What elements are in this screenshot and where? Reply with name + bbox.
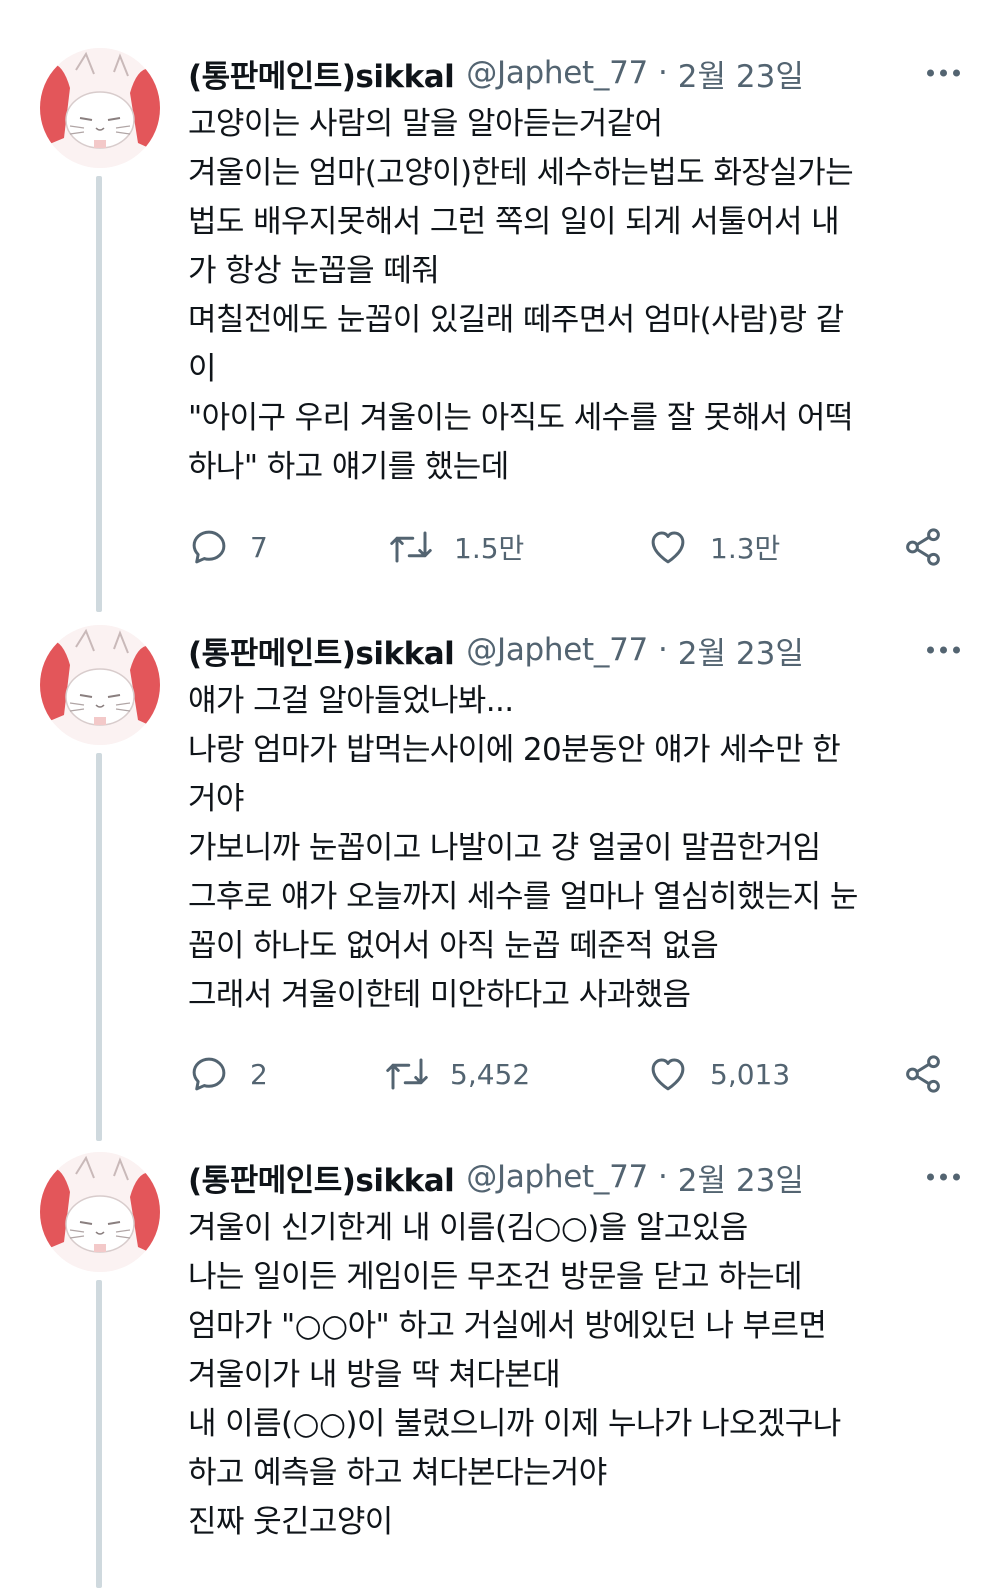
display-name[interactable]: (통판메인트)sikkal xyxy=(188,628,455,673)
reply-bubble-icon xyxy=(192,530,226,564)
user-handle[interactable]: @Japhet_77 xyxy=(466,55,648,91)
tweet-text: 얘가 그걸 알아들었나봐... 나랑 엄마가 밥먹는사이에 20분동안 얘가 세… xyxy=(188,677,960,1020)
tweet-text-line: 엄마가 "○○아" 하고 거실에서 방에있던 나 부르면 xyxy=(188,1308,827,1344)
tweet-text-line: 법도 배우지못해서 그런 쪽의 일이 되게 서툴어서 내 xyxy=(188,204,840,240)
tweet-actions: 7 1.5만 1.3만 xyxy=(188,522,948,572)
retweet-arrows-icon xyxy=(386,1058,428,1090)
tweet-text-line: 나는 일이든 게임이든 무조건 방문을 닫고 하는데 xyxy=(188,1259,803,1295)
avatar[interactable] xyxy=(40,1152,160,1272)
tweet-text-line: 하나" 하고 얘기를 했는데 xyxy=(188,449,509,485)
thread-connector-line xyxy=(96,176,102,612)
tweet-text-line: 고양이는 사람의 말을 알아듣는거같어 xyxy=(188,106,663,142)
tweet-3[interactable]: (통판메인트)sikkal @Japhet_77 · 2월 23일 겨울이 신기… xyxy=(0,1104,1000,1588)
separator-dot: · xyxy=(657,1159,668,1195)
cat-avatar-icon xyxy=(40,48,160,168)
reply-button[interactable]: 7 xyxy=(188,522,268,572)
like-button[interactable]: 5,013 xyxy=(646,1049,790,1099)
tweet-actions: 2 5,452 5,013 xyxy=(188,1049,948,1099)
more-dots-icon[interactable] xyxy=(927,1173,960,1181)
more-dots-icon[interactable] xyxy=(927,646,960,654)
avatar[interactable] xyxy=(40,625,160,745)
heart-icon xyxy=(651,531,685,564)
tweet-2[interactable]: (통판메인트)sikkal @Japhet_77 · 2월 23일 얘가 그걸 … xyxy=(0,577,1000,1141)
tweet-text-line: 며칠전에도 눈꼽이 있길래 떼주면서 엄마(사람)랑 같 xyxy=(188,302,844,338)
tweet-text-line: 그래서 겨울이한테 미안하다고 사과했음 xyxy=(188,977,691,1013)
share-button[interactable] xyxy=(902,1049,944,1099)
tweet-text-line: 나랑 엄마가 밥먹는사이에 20분동안 얘가 세수만 한 xyxy=(188,732,841,768)
heart-icon xyxy=(651,1058,685,1091)
user-handle[interactable]: @Japhet_77 xyxy=(466,1159,648,1195)
tweet-header: (통판메인트)sikkal @Japhet_77 · 2월 23일 xyxy=(188,627,960,673)
tweet-text-line: 꼽이 하나도 없어서 아직 눈꼽 떼준적 없음 xyxy=(188,928,719,964)
more-dots-icon[interactable] xyxy=(927,69,960,77)
cat-avatar-icon xyxy=(40,625,160,745)
tweet-date[interactable]: 2월 23일 xyxy=(678,628,804,673)
tweet-text-line: 이 xyxy=(188,351,217,387)
tweet-date[interactable]: 2월 23일 xyxy=(678,1155,804,1200)
tweet-text-line: 가 항상 눈꼽을 떼줘 xyxy=(188,253,440,289)
retweet-button[interactable]: 1.5만 xyxy=(388,522,524,572)
share-icon xyxy=(906,1055,940,1093)
separator-dot: · xyxy=(657,55,668,91)
retweet-count: 1.5만 xyxy=(454,532,525,565)
tweet-text: 고양이는 사람의 말을 알아듣는거같어 겨울이는 엄마(고양이)한테 세수하는법… xyxy=(188,100,960,492)
thread-connector-line xyxy=(96,753,102,1141)
separator-dot: · xyxy=(657,632,668,668)
user-handle[interactable]: @Japhet_77 xyxy=(466,632,648,668)
tweet-text-line: 얘가 그걸 알아들었나봐... xyxy=(188,683,514,719)
avatar[interactable] xyxy=(40,48,160,168)
tweet-text-line: 하고 예측을 하고 쳐다본다는거야 xyxy=(188,1455,607,1491)
retweet-count: 5,452 xyxy=(450,1057,531,1091)
thread-connector-line xyxy=(96,1280,102,1588)
tweet-header: (통판메인트)sikkal @Japhet_77 · 2월 23일 xyxy=(188,50,960,96)
tweet-1[interactable]: (통판메인트)sikkal @Japhet_77 · 2월 23일 고양이는 사… xyxy=(0,0,1000,612)
like-count: 1.3만 xyxy=(710,532,781,565)
reply-count: 7 xyxy=(250,530,268,564)
reply-button[interactable]: 2 xyxy=(188,1049,268,1099)
tweet-text-line: 겨울이가 내 방을 딱 쳐다본대 xyxy=(188,1357,561,1393)
display-name[interactable]: (통판메인트)sikkal xyxy=(188,1155,455,1200)
tweet-text-line: 겨울이는 엄마(고양이)한테 세수하는법도 화장실가는 xyxy=(188,155,854,191)
tweet-text-line: "아이구 우리 겨울이는 아직도 세수를 잘 못해서 어떡 xyxy=(188,400,853,436)
like-count: 5,013 xyxy=(710,1057,791,1091)
display-name[interactable]: (통판메인트)sikkal xyxy=(188,51,455,96)
reply-count: 2 xyxy=(250,1057,268,1091)
tweet-text-line: 진짜 웃긴고양이 xyxy=(188,1504,393,1540)
share-button[interactable] xyxy=(902,522,944,572)
tweet-text-line: 그후로 얘가 오늘까지 세수를 얼마나 열심히했는지 눈 xyxy=(188,879,858,915)
retweet-arrows-icon xyxy=(390,531,432,563)
reply-bubble-icon xyxy=(192,1057,226,1091)
share-icon xyxy=(906,528,940,566)
cat-avatar-icon xyxy=(40,1152,160,1272)
tweet-date[interactable]: 2월 23일 xyxy=(678,51,804,96)
tweet-text-line: 가보니까 눈꼽이고 나발이고 걍 얼굴이 말끔한거임 xyxy=(188,830,821,866)
tweet-header: (통판메인트)sikkal @Japhet_77 · 2월 23일 xyxy=(188,1154,960,1200)
retweet-button[interactable]: 5,452 xyxy=(384,1049,530,1099)
tweet-text: 겨울이 신기한게 내 이름(김○○)을 알고있음 나는 일이든 게임이든 무조건… xyxy=(188,1204,960,1547)
like-button[interactable]: 1.3만 xyxy=(646,522,780,572)
tweet-text-line: 거야 xyxy=(188,781,244,817)
tweet-text-line: 겨울이 신기한게 내 이름(김○○)을 알고있음 xyxy=(188,1210,748,1246)
tweet-text-line: 내 이름(○○)이 불렸으니까 이제 누나가 나오겠구나 xyxy=(188,1406,841,1442)
